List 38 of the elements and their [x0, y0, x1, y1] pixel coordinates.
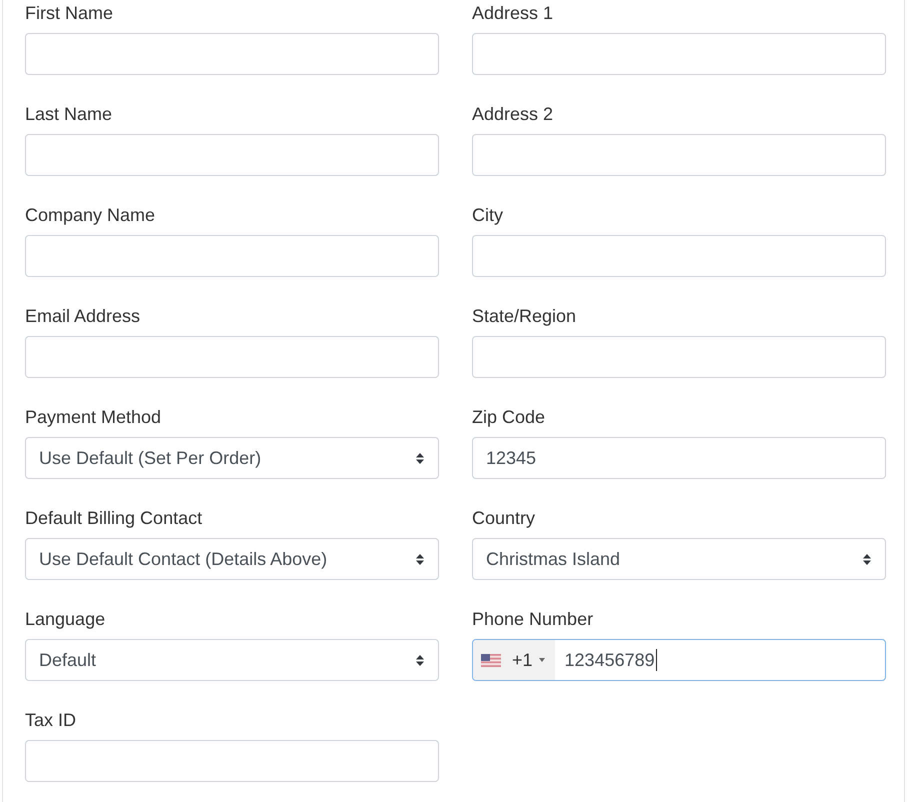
- field-label: Default Billing Contact: [25, 507, 202, 529]
- select-field[interactable]: Christmas Island: [472, 538, 886, 580]
- input-field[interactable]: [472, 336, 886, 378]
- input-field[interactable]: 12345: [472, 437, 886, 479]
- select-arrows-icon: [863, 554, 871, 564]
- input-field[interactable]: [25, 740, 439, 782]
- field-label: Company Name: [25, 204, 156, 226]
- input-field[interactable]: [25, 134, 439, 176]
- caret-icon: [538, 658, 545, 662]
- input-field[interactable]: [472, 33, 886, 75]
- input-field[interactable]: [25, 33, 439, 75]
- select-arrows-icon: [416, 452, 424, 464]
- field-label: Last Name: [25, 103, 112, 125]
- field-label: Address 2: [472, 103, 554, 125]
- field-label: Phone Number: [472, 608, 594, 630]
- field-label: Language: [25, 608, 106, 630]
- field-label: Zip Code: [472, 406, 546, 428]
- field-label: Email Address: [25, 305, 140, 327]
- field-label: Payment Method: [25, 406, 162, 428]
- input-field[interactable]: [25, 336, 439, 378]
- field-label: Address 1: [472, 2, 554, 24]
- input-field[interactable]: [472, 235, 886, 277]
- text-cursor-icon: [656, 649, 657, 671]
- phone-field[interactable]: +1 123456789: [472, 639, 886, 681]
- field-label: City: [472, 204, 503, 226]
- select-field[interactable]: Default: [25, 639, 439, 681]
- select-arrows-icon: [416, 554, 424, 564]
- select-arrows-icon: [416, 654, 424, 666]
- field-label: Tax ID: [25, 709, 76, 731]
- select-field[interactable]: Use Default Contact (Details Above): [25, 538, 439, 580]
- field-label: State/Region: [472, 305, 576, 327]
- input-field[interactable]: [25, 235, 439, 277]
- field-label: Country: [472, 507, 536, 529]
- field-label: First Name: [25, 2, 114, 24]
- country-code-button[interactable]: +1: [473, 640, 555, 680]
- flag-icon: [481, 654, 501, 666]
- select-field[interactable]: Use Default (Set Per Order): [25, 437, 439, 479]
- input-field[interactable]: [472, 134, 886, 176]
